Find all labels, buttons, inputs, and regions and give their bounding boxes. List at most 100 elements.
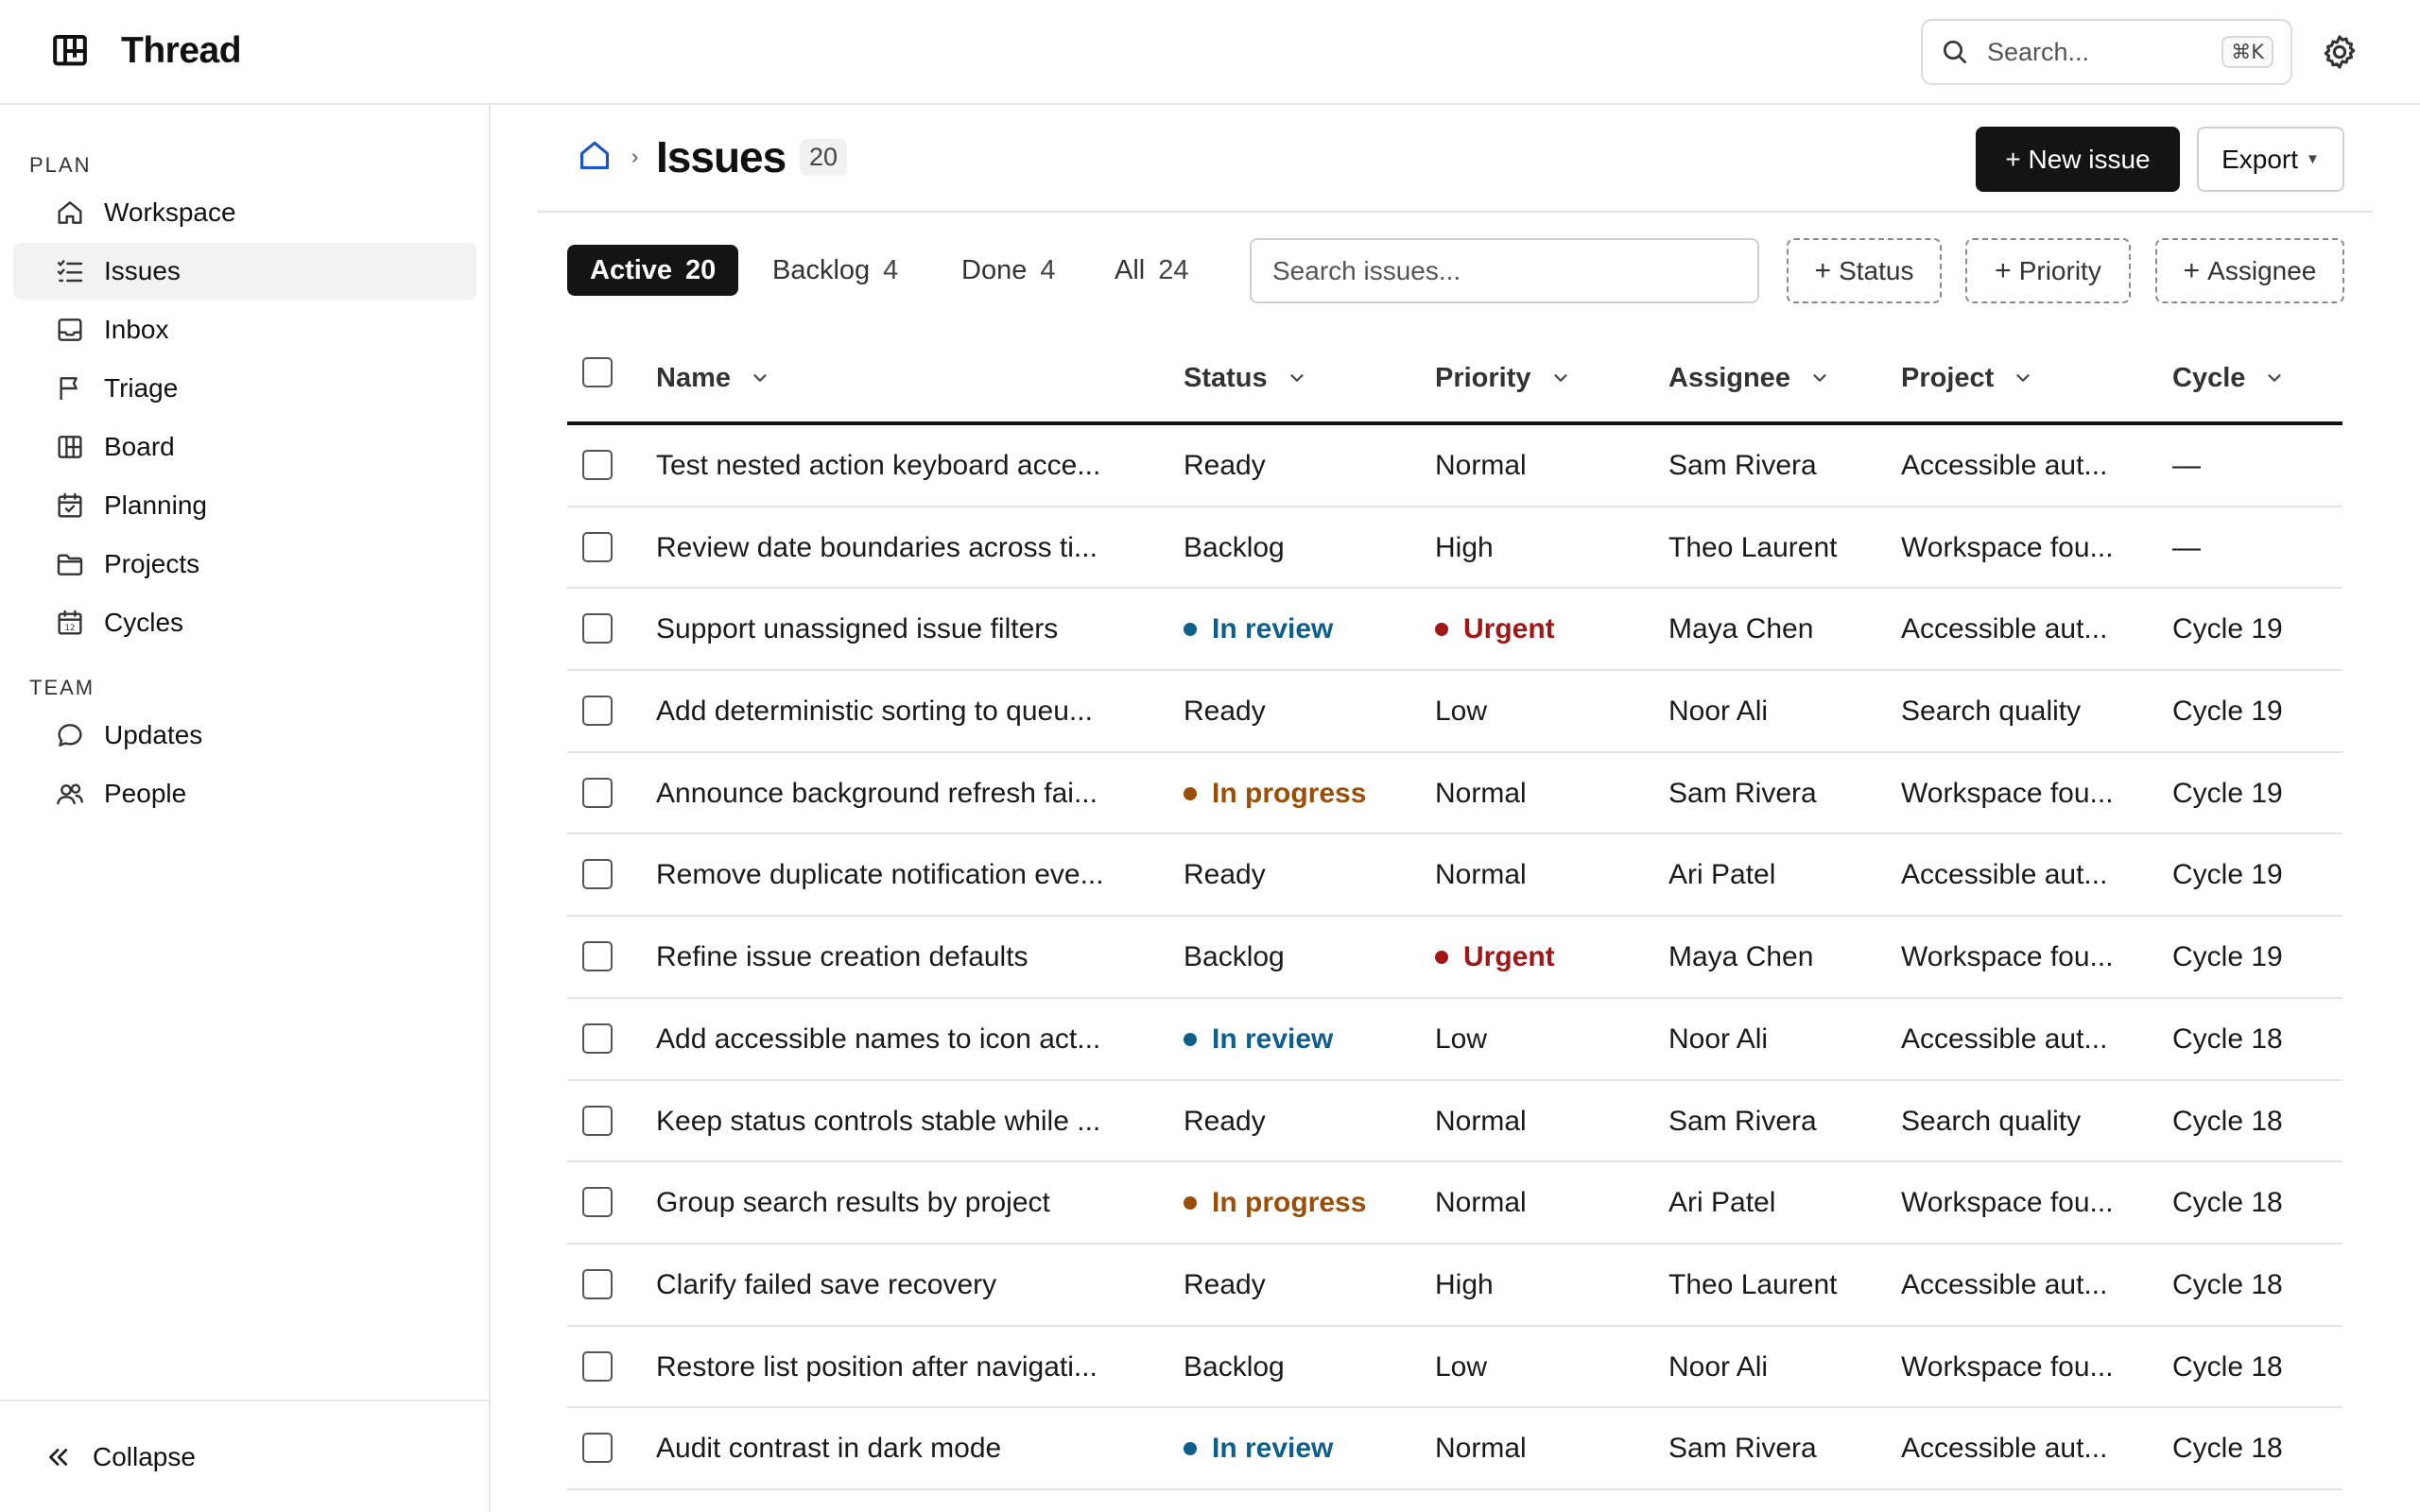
sidebar-item-projects[interactable]: Projects: [13, 536, 476, 593]
add-assignee-filter-button[interactable]: + Assignee: [2155, 238, 2344, 303]
add-priority-filter-button[interactable]: + Priority: [1965, 238, 2131, 303]
table-row[interactable]: Add accessible names to icon act... In re…: [567, 999, 2342, 1081]
sidebar-item-updates[interactable]: Updates: [13, 707, 476, 764]
assignee-cell-text: Noor Ali: [1668, 1022, 1769, 1055]
issue-name-cell-text: Add accessible names to icon act...: [656, 1022, 1101, 1055]
issue-name-cell[interactable]: Review date boundaries across ti...: [656, 507, 1098, 589]
status-cell: In progress: [1184, 1162, 1366, 1244]
global-search[interactable]: Search... ⌘K: [1921, 19, 2292, 85]
home-icon: [58, 201, 82, 224]
project-cell: Accessible aut...: [1901, 1245, 2107, 1326]
row-checkbox[interactable]: [582, 696, 613, 727]
flag-icon: [60, 377, 78, 400]
brand[interactable]: Thread: [51, 30, 242, 72]
table-row[interactable]: Keep status controls stable while ... Rea…: [567, 1081, 2342, 1163]
breadcrumb-home-icon[interactable]: [577, 137, 613, 173]
new-issue-button[interactable]: + New issue: [1976, 127, 2180, 192]
sidebar-item-planning[interactable]: Planning: [13, 477, 476, 534]
table-row[interactable]: Restore list position after navigati... B…: [567, 1327, 2342, 1409]
settings-gear-icon[interactable]: [2320, 32, 2360, 72]
tab-label: Active: [590, 254, 673, 285]
issue-name-cell[interactable]: Keep status controls stable while ...: [656, 1081, 1100, 1162]
column-header-project[interactable]: Project: [1901, 359, 2033, 397]
column-header-priority[interactable]: Priority: [1435, 359, 1571, 397]
issue-name-cell-text: Test nested action keyboard acce...: [656, 450, 1101, 481]
table-row[interactable]: Review date boundaries across ti... Backl…: [567, 507, 2342, 590]
plus-icon: +: [2183, 254, 2201, 286]
page-title: Issues: [656, 132, 786, 181]
row-checkbox[interactable]: [582, 531, 613, 562]
tab-all[interactable]: All 24: [1092, 245, 1212, 296]
issue-name-cell[interactable]: Audit contrast in dark mode: [656, 1408, 1001, 1489]
row-checkbox[interactable]: [582, 1105, 613, 1136]
issue-search-input[interactable]: [1250, 238, 1759, 303]
column-header-cycle[interactable]: Cycle: [2172, 359, 2285, 397]
table-row[interactable]: Test nested action keyboard acce... Ready…: [567, 425, 2342, 507]
row-checkbox[interactable]: [582, 777, 613, 808]
row-checkbox[interactable]: [582, 941, 613, 972]
row-checkbox[interactable]: [582, 1350, 613, 1382]
status-cell: Ready: [1184, 1081, 1266, 1162]
add-status-filter-button[interactable]: + Status: [1787, 238, 1942, 303]
issue-name-cell[interactable]: Announce background refresh fai...: [656, 753, 1098, 834]
row-checkbox[interactable]: [582, 1187, 613, 1218]
tab-done[interactable]: Done 4: [939, 245, 1078, 296]
sidebar-item-people[interactable]: People: [13, 765, 476, 822]
issue-name-cell[interactable]: Support unassigned issue filters: [656, 589, 1058, 670]
row-checkbox[interactable]: [582, 1433, 613, 1464]
collapse-sidebar-button[interactable]: Collapse: [0, 1400, 489, 1512]
cycle-cell-text: Cycle 18: [2172, 1350, 2283, 1383]
table-row[interactable]: Group search results by project In progre…: [567, 1162, 2342, 1245]
assignee-cell: Sam Rivera: [1668, 1081, 1817, 1162]
sidebar-item-inbox[interactable]: Inbox: [13, 301, 476, 358]
issue-name-cell[interactable]: Remove duplicate notification eve...: [656, 834, 1104, 916]
issue-name-cell[interactable]: Test nested action keyboard acce...: [656, 425, 1100, 507]
issue-name-cell[interactable]: Restore list position after navigati...: [656, 1327, 1098, 1408]
row-checkbox[interactable]: [582, 613, 613, 644]
issue-name-cell[interactable]: Group search results by project: [656, 1162, 1050, 1244]
issue-name-cell[interactable]: Refine issue creation defaults: [656, 917, 1028, 998]
tab-label: All: [1115, 254, 1146, 285]
status-cell: Ready: [1184, 834, 1266, 916]
sidebar-item-workspace[interactable]: Workspace: [13, 184, 476, 241]
issue-name-cell-text: Add deterministic sorting to queu...: [656, 696, 1093, 728]
project-cell: Workspace fou...: [1901, 753, 2114, 834]
table-row[interactable]: Remove duplicate notification eve... Read…: [567, 834, 2342, 918]
column-header-status[interactable]: Status: [1184, 359, 1307, 397]
chevron-down-icon: [1290, 374, 1304, 382]
row-checkbox[interactable]: [582, 859, 613, 890]
table-row[interactable]: Add deterministic sorting to queu... Read…: [567, 671, 2342, 753]
project-cell-text: Workspace fou...: [1901, 777, 2114, 809]
cycle-cell-text: Cycle 18: [2172, 1105, 2283, 1137]
assignee-cell-text: Noor Ali: [1668, 1350, 1769, 1383]
chevron-down-icon: [1553, 374, 1567, 382]
issue-name-cell[interactable]: Add deterministic sorting to queu...: [656, 671, 1093, 752]
sidebar-item-issues[interactable]: Issues: [13, 243, 476, 300]
select-all-checkbox[interactable]: [582, 357, 613, 387]
row-checkbox[interactable]: [582, 450, 613, 480]
issue-name-cell-text: Audit contrast in dark mode: [656, 1433, 1002, 1465]
issue-name-cell[interactable]: Add accessible names to icon act...: [656, 999, 1100, 1080]
tab-active[interactable]: Active 20: [567, 245, 739, 296]
cycle-cell: Cycle 19: [2172, 753, 2283, 834]
assignee-cell: Sam Rivera: [1668, 753, 1817, 834]
export-button[interactable]: Export ▼: [2197, 127, 2344, 192]
table-row[interactable]: Support unassigned issue filters In revie…: [567, 589, 2342, 672]
cycle-cell: Cycle 18: [2172, 1162, 2283, 1244]
row-checkbox[interactable]: [582, 1268, 613, 1299]
priority-cell-text: Normal: [1435, 450, 1527, 481]
sidebar-item-board[interactable]: Board: [13, 419, 476, 475]
sidebar-item-cycles[interactable]: 12 Cycles: [13, 594, 476, 651]
column-header-name[interactable]: Name: [656, 359, 770, 397]
sidebar-item-triage[interactable]: Triage: [13, 360, 476, 417]
issue-name-cell[interactable]: Clarify failed save recovery: [656, 1245, 996, 1326]
issue-name-cell-text: Announce background refresh fai...: [656, 777, 1098, 809]
table-row[interactable]: Announce background refresh fai... In pro…: [567, 753, 2342, 835]
tab-backlog[interactable]: Backlog 4: [750, 245, 921, 296]
column-header-assignee[interactable]: Assignee: [1668, 359, 1830, 397]
table-row[interactable]: Refine issue creation defaults Backlog Urg…: [567, 917, 2342, 999]
row-checkbox[interactable]: [582, 1022, 613, 1054]
table-row[interactable]: Audit contrast in dark mode In review Norm…: [567, 1408, 2342, 1490]
table-row[interactable]: Clarify failed save recovery Ready High The…: [567, 1245, 2342, 1327]
cycle-cell: Cycle 18: [2172, 1327, 2283, 1408]
